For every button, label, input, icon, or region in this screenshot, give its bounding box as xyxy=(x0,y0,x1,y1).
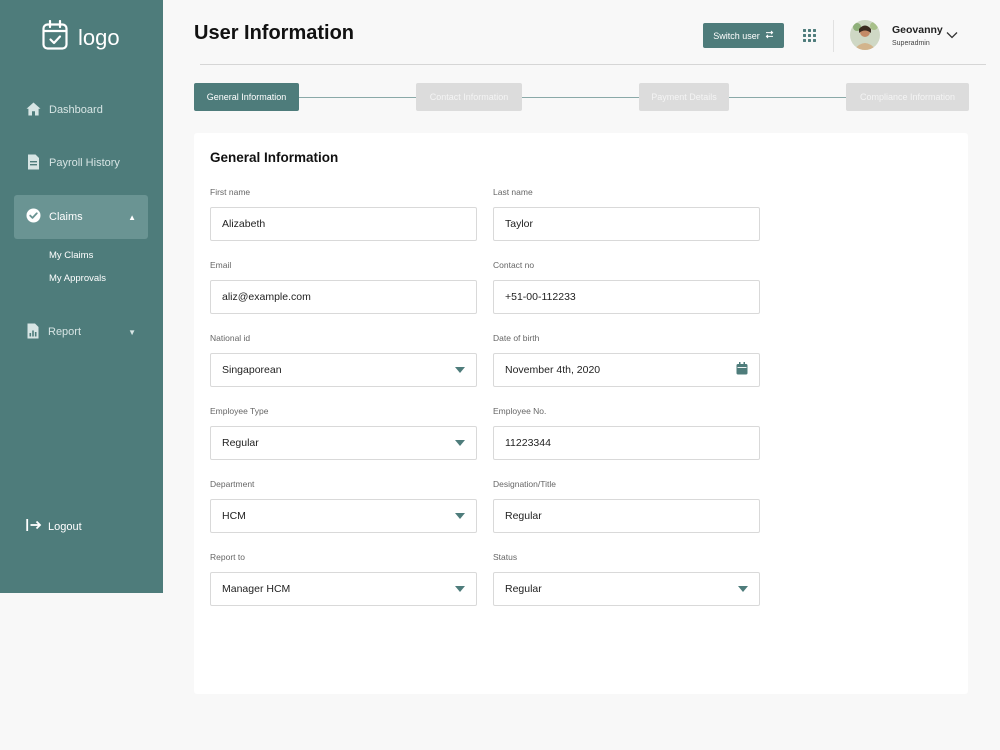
dropdown-arrow-icon xyxy=(738,583,748,595)
report-icon xyxy=(26,323,40,342)
email-field: Email aliz@example.com xyxy=(210,260,477,314)
field-value: Manager HCM xyxy=(222,583,291,595)
field-value: November 4th, 2020 xyxy=(505,364,601,376)
apps-grid-icon[interactable] xyxy=(803,29,816,47)
step-contact-information[interactable]: Contact Information xyxy=(416,83,522,111)
first-name-input[interactable]: Alizabeth xyxy=(210,207,477,241)
employee-type-select[interactable]: Regular xyxy=(210,426,477,460)
field-label: National id xyxy=(210,333,251,343)
field-value: Taylor xyxy=(505,218,534,230)
field-label: Department xyxy=(210,479,255,489)
last-name-input[interactable]: Taylor xyxy=(493,207,760,241)
field-label: Employee No. xyxy=(493,406,547,416)
calendar-icon[interactable] xyxy=(736,362,748,378)
first-name-field: First name Alizabeth xyxy=(210,187,477,241)
contact-no-field: Contact no +51-00-112233 xyxy=(493,260,760,314)
sidebar-item-label: Payroll History xyxy=(49,157,120,169)
chevron-down-icon[interactable] xyxy=(946,26,958,44)
field-value: +51-00-112233 xyxy=(505,291,576,303)
field-value: Regular xyxy=(222,437,259,449)
designation-input[interactable]: Regular xyxy=(493,499,760,533)
step-payment-details[interactable]: Payment Details xyxy=(639,83,729,111)
employee-no-input[interactable]: 11223344 xyxy=(493,426,760,460)
document-icon xyxy=(26,154,41,173)
date-of-birth-field: Date of birth November 4th, 2020 xyxy=(493,333,760,387)
field-label: Last name xyxy=(493,187,533,197)
field-value: aliz@example.com xyxy=(222,291,311,303)
report-to-select[interactable]: Manager HCM xyxy=(210,572,477,606)
sidebar: logo Dashboard Payroll History Claims ▲ … xyxy=(0,0,163,593)
sidebar-subitem-my-approvals[interactable]: My Approvals xyxy=(49,273,106,284)
sidebar-item-report[interactable]: Report ▼ xyxy=(14,310,148,354)
logo[interactable]: logo xyxy=(42,19,120,55)
header-divider-line xyxy=(200,64,986,65)
field-value: Regular xyxy=(505,510,542,522)
field-value: Regular xyxy=(505,583,542,595)
field-label: Email xyxy=(210,260,232,270)
email-input[interactable]: aliz@example.com xyxy=(210,280,477,314)
sidebar-item-label: Report xyxy=(48,326,82,338)
step-connector xyxy=(729,97,846,98)
caret-down-icon: ▼ xyxy=(128,327,136,337)
department-field: Department HCM xyxy=(210,479,477,533)
form-title: General Information xyxy=(210,150,339,165)
general-information-card: General Information First name Alizabeth… xyxy=(194,133,968,694)
home-icon xyxy=(26,102,41,119)
field-value: HCM xyxy=(222,510,246,522)
field-label: Employee Type xyxy=(210,406,269,416)
field-label: First name xyxy=(210,187,251,197)
step-connector xyxy=(522,97,639,98)
date-of-birth-input[interactable]: November 4th, 2020 xyxy=(493,353,760,387)
contact-no-input[interactable]: +51-00-112233 xyxy=(493,280,760,314)
field-label: Date of birth xyxy=(493,333,540,343)
report-to-field: Report to Manager HCM xyxy=(210,552,477,606)
field-value: Alizabeth xyxy=(222,218,266,230)
logout-label: Logout xyxy=(48,520,82,533)
sidebar-item-dashboard[interactable]: Dashboard xyxy=(14,88,148,132)
field-value: 11223344 xyxy=(505,437,551,449)
user-role: Superadmin xyxy=(892,40,930,47)
logout-button[interactable]: Logout xyxy=(26,518,82,535)
status-field: Status Regular xyxy=(493,552,760,606)
sidebar-item-claims[interactable]: Claims ▲ xyxy=(14,195,148,239)
dropdown-arrow-icon xyxy=(455,510,465,522)
caret-up-icon: ▲ xyxy=(128,212,136,222)
field-label: Contact no xyxy=(493,260,535,270)
page-title: User Information xyxy=(194,22,355,44)
sidebar-item-label: Dashboard xyxy=(49,104,103,116)
field-value: Singaporean xyxy=(222,364,282,376)
step-connector xyxy=(299,97,416,98)
switch-user-button[interactable]: Switch user xyxy=(703,23,784,48)
sidebar-item-label: Claims xyxy=(49,211,83,223)
designation-field: Designation/Title Regular xyxy=(493,479,760,533)
field-label: Status xyxy=(493,552,518,562)
employee-type-field: Employee Type Regular xyxy=(210,406,477,460)
step-compliance-information[interactable]: Compliance Information xyxy=(846,83,969,111)
last-name-field: Last name Taylor xyxy=(493,187,760,241)
logout-icon xyxy=(26,518,42,535)
dropdown-arrow-icon xyxy=(455,437,465,449)
status-select[interactable]: Regular xyxy=(493,572,760,606)
user-name: Geovanny xyxy=(892,24,943,36)
national-id-select[interactable]: Singaporean xyxy=(210,353,477,387)
check-circle-icon xyxy=(26,208,41,226)
sidebar-item-payroll-history[interactable]: Payroll History xyxy=(14,141,148,185)
employee-no-field: Employee No. 11223344 xyxy=(493,406,760,460)
swap-arrows-icon xyxy=(765,30,774,41)
header-divider xyxy=(833,20,834,52)
avatar[interactable] xyxy=(850,20,880,50)
national-id-field: National id Singaporean xyxy=(210,333,477,387)
step-general-information[interactable]: General Information xyxy=(194,83,299,111)
department-select[interactable]: HCM xyxy=(210,499,477,533)
sidebar-subitem-my-claims[interactable]: My Claims xyxy=(49,250,93,261)
field-label: Designation/Title xyxy=(493,479,556,489)
field-label: Report to xyxy=(210,552,245,562)
switch-user-label: Switch user xyxy=(713,30,760,41)
calendar-check-icon xyxy=(42,19,68,55)
logo-text: logo xyxy=(78,24,120,50)
dropdown-arrow-icon xyxy=(455,583,465,595)
dropdown-arrow-icon xyxy=(455,364,465,376)
